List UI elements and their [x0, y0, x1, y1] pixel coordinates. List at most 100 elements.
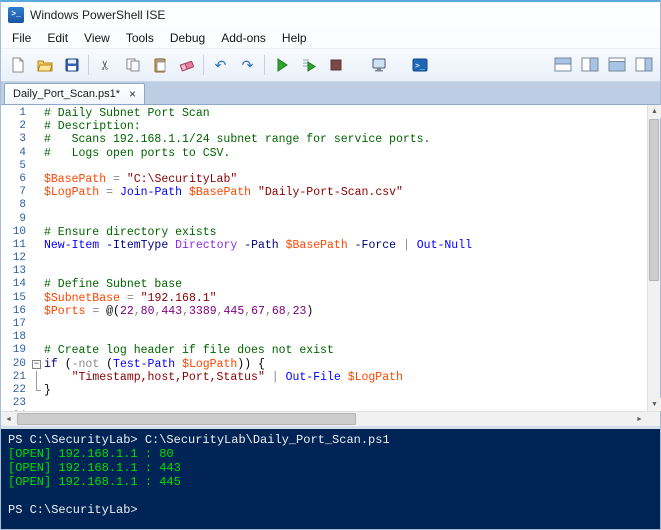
- fold-margin[interactable]: −: [31, 358, 44, 371]
- code-line[interactable]: 10 # Ensure directory exists: [1, 226, 647, 239]
- line-number: 4: [19, 146, 26, 159]
- horizontal-scroll-thumb[interactable]: [17, 413, 356, 425]
- scrollbar-corner: [647, 412, 660, 426]
- code-line[interactable]: 9: [1, 213, 647, 226]
- code-text: "Timestamp,host,Port,Status" | Out-File …: [71, 370, 403, 384]
- line-number: 20: [12, 357, 26, 370]
- run-script-button[interactable]: [268, 52, 295, 78]
- redo-button[interactable]: ↷: [234, 52, 261, 78]
- powershell-ise-app-icon: >_: [8, 6, 24, 23]
- code-text: # Daily Subnet Port Scan: [44, 107, 210, 120]
- script-pane-right-icon: [581, 57, 598, 72]
- code-line[interactable]: 3 # Scans 192.168.1.1/24 subnet range for…: [1, 133, 647, 146]
- code-line[interactable]: 6 $BasePath = "C:\SecurityLab": [1, 173, 647, 186]
- code-line[interactable]: 2 # Description:: [1, 120, 647, 133]
- line-number: 14: [12, 278, 26, 291]
- undo-button[interactable]: ↶: [207, 52, 234, 78]
- code-line[interactable]: 15 $SubnetBase = "192.168.1": [1, 292, 647, 305]
- code-text: # Logs open ports to CSV.: [44, 146, 231, 160]
- save-button[interactable]: [58, 52, 85, 78]
- fold-margin: [31, 173, 44, 186]
- code-line[interactable]: 4 # Logs open ports to CSV.: [1, 147, 647, 160]
- code-line[interactable]: 22}: [1, 383, 647, 397]
- console-result-line: [OPEN] 192.168.1.1 : 80: [8, 447, 174, 461]
- scroll-left-arrow[interactable]: ◄: [1, 412, 16, 427]
- new-script-button[interactable]: [4, 52, 31, 78]
- script-pane-maximized-button[interactable]: [603, 52, 630, 78]
- script-pane-right-button[interactable]: [576, 52, 603, 78]
- script-pane-top-button[interactable]: [549, 52, 576, 78]
- fold-margin: [31, 318, 44, 331]
- code-line[interactable]: 12: [1, 252, 647, 265]
- editor-horizontal-scrollbar[interactable]: ◄ ►: [1, 411, 660, 427]
- code-viewport: 1 # Daily Subnet Port Scan 2 # Description:…: [1, 105, 661, 411]
- menu-item-file[interactable]: File: [4, 28, 39, 48]
- menu-item-add-ons[interactable]: Add-ons: [213, 28, 274, 48]
- stop-operation-button[interactable]: [322, 52, 349, 78]
- copy-button[interactable]: [119, 52, 146, 78]
- cut-button[interactable]: ✂: [92, 52, 119, 78]
- tab-close-icon[interactable]: ×: [129, 88, 136, 100]
- line-number: 23: [12, 397, 26, 410]
- code-line[interactable]: 23: [1, 397, 647, 410]
- menu-item-debug[interactable]: Debug: [162, 28, 213, 48]
- line-number: 9: [19, 212, 26, 225]
- line-number: 5: [19, 159, 26, 172]
- scroll-up-arrow[interactable]: ▲: [648, 105, 661, 118]
- code-text: # Ensure directory exists: [44, 225, 217, 239]
- menu-item-view[interactable]: View: [76, 28, 118, 48]
- new-remote-powershell-tab-button[interactable]: [365, 52, 392, 78]
- fold-collapse-icon[interactable]: −: [32, 359, 41, 369]
- clear-console-button[interactable]: [173, 52, 200, 78]
- code-line[interactable]: 11 New-Item -ItemType Directory -Path $Ba…: [1, 239, 647, 252]
- menu-item-tools[interactable]: Tools: [118, 28, 162, 48]
- horizontal-scroll-track[interactable]: [16, 412, 632, 426]
- code-line[interactable]: 14 # Define Subnet base: [1, 278, 647, 291]
- menu-item-edit[interactable]: Edit: [39, 28, 76, 48]
- code-text: # Scans 192.168.1.1/24 subnet range for …: [44, 133, 431, 147]
- code-line[interactable]: 20− if (-not (Test-Path $LogPath)) {: [1, 358, 647, 371]
- editor-vertical-scrollbar[interactable]: ▲ ▼: [647, 105, 661, 411]
- tab-daily-port-scan[interactable]: Daily_Port_Scan.ps1* ×: [4, 83, 146, 104]
- scroll-right-arrow[interactable]: ►: [632, 412, 647, 427]
- vertical-scroll-thumb[interactable]: [649, 119, 659, 282]
- show-command-addon-button[interactable]: [630, 52, 657, 78]
- editor-code[interactable]: 1 # Daily Subnet Port Scan 2 # Description:…: [1, 105, 647, 411]
- code-line[interactable]: 21 "Timestamp,host,Port,Status" | Out-Fi…: [1, 370, 647, 384]
- console-prompt-line: [8, 489, 653, 503]
- code-line[interactable]: 1 # Daily Subnet Port Scan: [1, 107, 647, 120]
- undo-icon: ↶: [214, 57, 227, 73]
- code-line[interactable]: 18: [1, 331, 647, 344]
- paste-icon: [154, 58, 165, 73]
- show-command-addon-icon: [635, 57, 652, 72]
- code-line[interactable]: 19 # Create log header if file does not e…: [1, 344, 647, 357]
- fold-margin: [31, 147, 44, 160]
- run-selection-icon: [302, 59, 316, 72]
- toolbar-separator: [264, 55, 265, 75]
- start-powershell-button[interactable]: >_: [406, 52, 433, 78]
- new-script-icon: [12, 57, 23, 73]
- line-number: 10: [12, 225, 26, 238]
- fold-margin: [31, 107, 44, 120]
- scroll-down-arrow[interactable]: ▼: [648, 398, 661, 411]
- fold-margin: [31, 397, 44, 410]
- open-script-button[interactable]: [31, 52, 58, 78]
- code-line[interactable]: 13: [1, 265, 647, 278]
- code-line[interactable]: 17: [1, 318, 647, 331]
- menu-item-help[interactable]: Help: [274, 28, 315, 48]
- paste-button[interactable]: [146, 52, 173, 78]
- vertical-scroll-track[interactable]: [648, 118, 660, 398]
- code-line[interactable]: 5: [1, 160, 647, 173]
- powershell-ise-window: >_ Windows PowerShell ISE File Edit View To…: [0, 0, 661, 530]
- console-pane[interactable]: PS C:\SecurityLab> C:\SecurityLab\Daily_…: [1, 429, 660, 529]
- code-text: if (-not (Test-Path $LogPath)) {: [44, 357, 265, 371]
- script-pane-layout-group: [549, 52, 657, 78]
- run-selection-button[interactable]: [295, 52, 322, 78]
- code-line[interactable]: 7 $LogPath = Join-Path $BasePath "Daily-P…: [1, 186, 647, 199]
- code-line[interactable]: 16 $Ports = @(22,80,443,3389,445,67,68,23…: [1, 305, 647, 318]
- line-number: 18: [12, 331, 26, 344]
- line-number: 2: [19, 120, 26, 133]
- redo-icon: ↷: [241, 57, 254, 73]
- code-line[interactable]: 8: [1, 199, 647, 212]
